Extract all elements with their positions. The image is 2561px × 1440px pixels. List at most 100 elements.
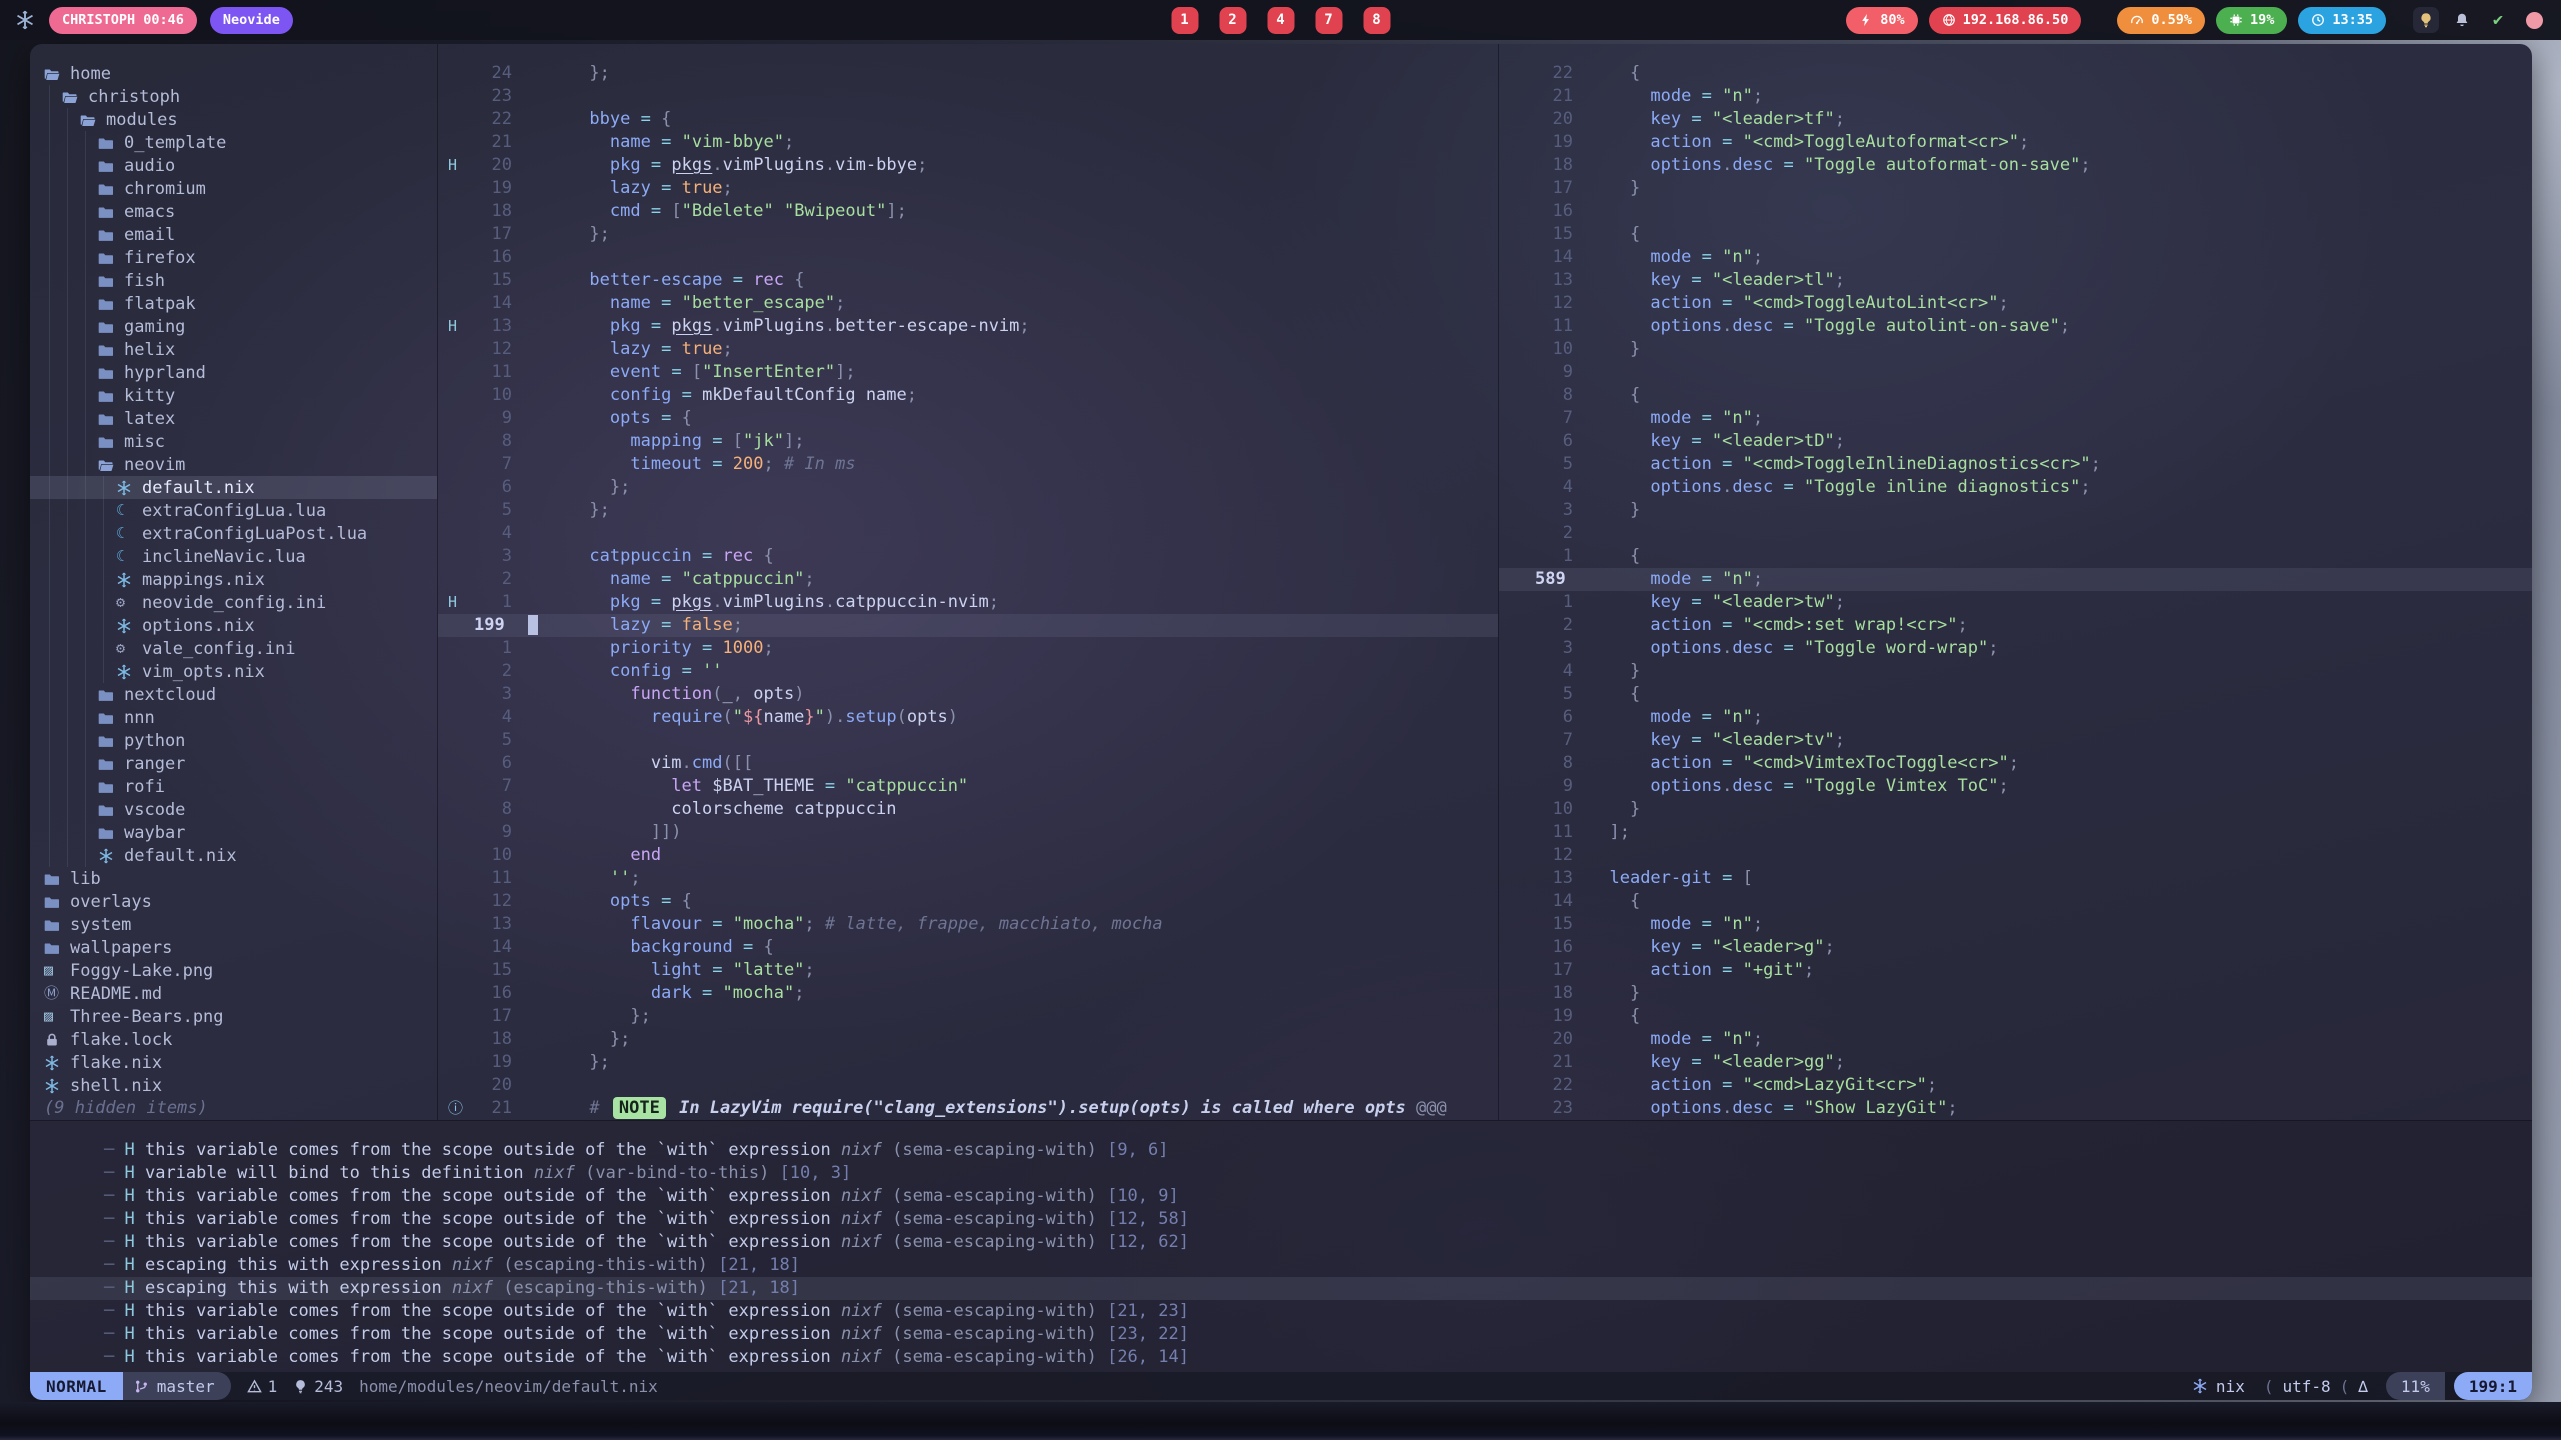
- code-line[interactable]: 21 key = "<leader>gg";: [1499, 1051, 2532, 1074]
- workspace-button[interactable]: 1: [1171, 7, 1198, 34]
- code-line[interactable]: 18 }: [1499, 982, 2532, 1005]
- tree-item[interactable]: fish: [30, 269, 437, 292]
- code-line[interactable]: 13 leader-git = [: [1499, 867, 2532, 890]
- code-line[interactable]: 1 key = "<leader>tw";: [1499, 591, 2532, 614]
- code-line[interactable]: 18 };: [438, 1028, 1498, 1051]
- tree-item[interactable]: ☾extraConfigLuaPost.lua: [30, 522, 437, 545]
- tree-item[interactable]: nnn: [30, 706, 437, 729]
- launcher-icon[interactable]: [14, 9, 36, 31]
- code-line[interactable]: 6 mode = "n";: [1499, 706, 2532, 729]
- code-line[interactable]: 15 better-escape = rec {: [438, 269, 1498, 292]
- code-line[interactable]: 3 function(_, opts): [438, 683, 1498, 706]
- code-line[interactable]: 11 '';: [438, 867, 1498, 890]
- diagnostic-row[interactable]: ─ H this variable comes from the scope o…: [30, 1346, 2532, 1369]
- code-line[interactable]: 9 ]]): [438, 821, 1498, 844]
- tree-item[interactable]: helix: [30, 338, 437, 361]
- tree-item[interactable]: flatpak: [30, 292, 437, 315]
- code-line[interactable]: 4 }: [1499, 660, 2532, 683]
- code-line[interactable]: 8 action = "<cmd>VimtexTocToggle<cr>";: [1499, 752, 2532, 775]
- tree-item[interactable]: ▨Foggy-Lake.png: [30, 959, 437, 982]
- code-line[interactable]: 15 {: [1499, 223, 2532, 246]
- tree-item[interactable]: ☾extraConfigLua.lua: [30, 499, 437, 522]
- diagnostic-row[interactable]: ─ H escaping this with expression nixf (…: [30, 1254, 2532, 1277]
- code-line[interactable]: 15 light = "latte";: [438, 959, 1498, 982]
- code-line[interactable]: 19 action = "<cmd>ToggleAutoformat<cr>";: [1499, 131, 2532, 154]
- code-line[interactable]: 17 }: [1499, 177, 2532, 200]
- code-line[interactable]: 9 opts = {: [438, 407, 1498, 430]
- tree-item[interactable]: system: [30, 913, 437, 936]
- code-line[interactable]: 12 action = "<cmd>ToggleAutoLint<cr>";: [1499, 292, 2532, 315]
- tree-item[interactable]: lib: [30, 867, 437, 890]
- tree-item[interactable]: hyprland: [30, 361, 437, 384]
- tree-item[interactable]: default.nix: [30, 844, 437, 867]
- code-line[interactable]: 16: [438, 246, 1498, 269]
- code-line[interactable]: 20 mode = "n";: [1499, 1028, 2532, 1051]
- code-line[interactable]: 12 opts = {: [438, 890, 1498, 913]
- code-line[interactable]: 15 mode = "n";: [1499, 913, 2532, 936]
- code-line[interactable]: 8 {: [1499, 384, 2532, 407]
- code-line[interactable]: 3 catppuccin = rec {: [438, 545, 1498, 568]
- tree-item[interactable]: ⚙vale_config.ini: [30, 637, 437, 660]
- code-line[interactable]: 11 ];: [1499, 821, 2532, 844]
- code-line[interactable]: 13 key = "<leader>tl";: [1499, 269, 2532, 292]
- workspace-button[interactable]: 4: [1267, 7, 1294, 34]
- workspace-button[interactable]: 7: [1315, 7, 1342, 34]
- code-line[interactable]: 17 };: [438, 223, 1498, 246]
- code-line[interactable]: 18 cmd = ["Bdelete" "Bwipeout"];: [438, 200, 1498, 223]
- tree-item[interactable]: email: [30, 223, 437, 246]
- code-line[interactable]: 2 action = "<cmd>:set wrap!<cr>";: [1499, 614, 2532, 637]
- check-icon[interactable]: ✔: [2485, 7, 2511, 33]
- code-line[interactable]: 16: [1499, 200, 2532, 223]
- code-line[interactable]: 17 action = "+git";: [1499, 959, 2532, 982]
- code-line[interactable]: 11 event = ["InsertEnter"];: [438, 361, 1498, 384]
- code-line[interactable]: 16 key = "<leader>g";: [1499, 936, 2532, 959]
- tree-item[interactable]: chromium: [30, 177, 437, 200]
- code-line[interactable]: 20: [438, 1074, 1498, 1097]
- code-line[interactable]: 6 key = "<leader>tD";: [1499, 430, 2532, 453]
- diagnostic-row[interactable]: ─ H variable will bind to this definitio…: [30, 1162, 2532, 1185]
- tree-item[interactable]: options.nix: [30, 614, 437, 637]
- tree-item[interactable]: gaming: [30, 315, 437, 338]
- code-line[interactable]: 22 action = "<cmd>LazyGit<cr>";: [1499, 1074, 2532, 1097]
- diagnostic-row[interactable]: ─ H escaping this with expression nixf (…: [30, 1277, 2532, 1300]
- code-line[interactable]: H13 pkg = pkgs.vimPlugins.better-escape-…: [438, 315, 1498, 338]
- tree-item[interactable]: latex: [30, 407, 437, 430]
- code-line[interactable]: 589 mode = "n";: [1499, 568, 2532, 591]
- code-line[interactable]: 9 options.desc = "Toggle Vimtex ToC";: [1499, 775, 2532, 798]
- code-line[interactable]: 16 dark = "mocha";: [438, 982, 1498, 1005]
- diagnostic-row[interactable]: ─ H this variable comes from the scope o…: [30, 1231, 2532, 1254]
- diagnostic-row[interactable]: ─ H this variable comes from the scope o…: [30, 1300, 2532, 1323]
- code-line[interactable]: 22 {: [1499, 62, 2532, 85]
- code-line[interactable]: 12: [1499, 844, 2532, 867]
- code-line[interactable]: 10 config = mkDefaultConfig name;: [438, 384, 1498, 407]
- code-line[interactable]: 4 require("${name}").setup(opts): [438, 706, 1498, 729]
- code-line[interactable]: 21 mode = "n";: [1499, 85, 2532, 108]
- tree-item[interactable]: vscode: [30, 798, 437, 821]
- code-line[interactable]: 17 };: [438, 1005, 1498, 1028]
- code-line[interactable]: 20 key = "<leader>tf";: [1499, 108, 2532, 131]
- code-line[interactable]: 7 mode = "n";: [1499, 407, 2532, 430]
- code-line[interactable]: 2 config = '': [438, 660, 1498, 683]
- code-line[interactable]: 1 {: [1499, 545, 2532, 568]
- code-line[interactable]: ⓘ21 # NOTE In LazyVim require("clang_ext…: [438, 1097, 1498, 1120]
- tree-item[interactable]: rofi: [30, 775, 437, 798]
- code-line[interactable]: 10 }: [1499, 798, 2532, 821]
- tree-item[interactable]: ranger: [30, 752, 437, 775]
- code-line[interactable]: 21 name = "vim-bbye";: [438, 131, 1498, 154]
- code-line[interactable]: 1 priority = 1000;: [438, 637, 1498, 660]
- tree-item[interactable]: python: [30, 729, 437, 752]
- editor-pane-right[interactable]: 22 {21 mode = "n";20 key = "<leader>tf";…: [1498, 44, 2532, 1120]
- code-line[interactable]: H20 pkg = pkgs.vimPlugins.vim-bbye;: [438, 154, 1498, 177]
- code-line[interactable]: 23: [438, 85, 1498, 108]
- editor-pane-left[interactable]: 24 };2322 bbye = {21 name = "vim-bbye";H…: [438, 44, 1498, 1120]
- tree-item[interactable]: home: [30, 62, 437, 85]
- lamp-icon[interactable]: [2413, 7, 2439, 33]
- tree-item[interactable]: shell.nix: [30, 1074, 437, 1097]
- tree-item[interactable]: modules: [30, 108, 437, 131]
- tree-item[interactable]: wallpapers: [30, 936, 437, 959]
- code-line[interactable]: 7 timeout = 200; # In ms: [438, 453, 1498, 476]
- code-line[interactable]: 5 };: [438, 499, 1498, 522]
- code-line[interactable]: 19 {: [1499, 1005, 2532, 1028]
- tree-item[interactable]: overlays: [30, 890, 437, 913]
- code-line[interactable]: 7 key = "<leader>tv";: [1499, 729, 2532, 752]
